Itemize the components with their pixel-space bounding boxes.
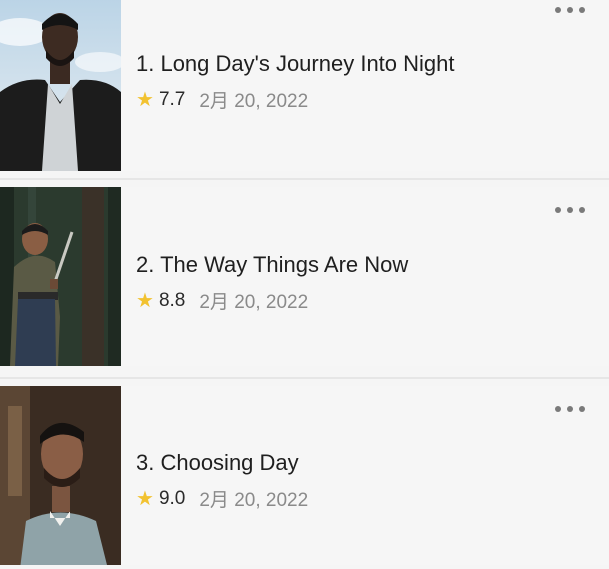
- row-divider: [0, 178, 609, 180]
- episode-title[interactable]: 3. Choosing Day: [136, 450, 299, 476]
- episode-rating: 8.8: [158, 289, 186, 311]
- episode-row-1[interactable]: 1. Long Day's Journey Into Night ★ 7.7 2…: [0, 0, 609, 171]
- episode-meta: ★ 7.7 2月 20, 2022: [136, 86, 308, 113]
- episode-thumbnail[interactable]: [0, 187, 121, 366]
- episode-thumbnail[interactable]: [0, 386, 121, 565]
- episode-still-icon: [0, 0, 121, 171]
- star-icon: ★: [136, 290, 154, 312]
- dot-icon: [555, 7, 561, 13]
- episode-title[interactable]: 2. The Way Things Are Now: [136, 252, 408, 278]
- dot-icon: [579, 7, 585, 13]
- episode-title[interactable]: 1. Long Day's Journey Into Night: [136, 51, 455, 77]
- episode-thumbnail[interactable]: [0, 0, 121, 171]
- episode-rating: 7.7: [158, 88, 186, 110]
- more-options-button[interactable]: [555, 5, 585, 15]
- star-icon: ★: [136, 89, 154, 111]
- episode-meta: ★ 9.0 2月 20, 2022: [136, 485, 308, 512]
- dot-icon: [555, 406, 561, 412]
- episode-air-date: 2月 20, 2022: [199, 91, 309, 112]
- episode-meta: ★ 8.8 2月 20, 2022: [136, 287, 308, 314]
- episode-rating: 9.0: [158, 487, 186, 509]
- dot-icon: [579, 406, 585, 412]
- episode-air-date: 2月 20, 2022: [199, 490, 309, 511]
- more-options-button[interactable]: [555, 404, 585, 414]
- star-icon: ★: [136, 488, 154, 510]
- episode-row-3[interactable]: 3. Choosing Day ★ 9.0 2月 20, 2022: [0, 386, 609, 565]
- episode-still-icon: [0, 187, 121, 366]
- more-options-button[interactable]: [555, 205, 585, 215]
- dot-icon: [567, 7, 573, 13]
- episode-still-icon: [0, 386, 121, 565]
- row-divider: [0, 377, 609, 379]
- episode-row-2[interactable]: 2. The Way Things Are Now ★ 8.8 2月 20, 2…: [0, 187, 609, 366]
- dot-icon: [567, 406, 573, 412]
- dot-icon: [567, 207, 573, 213]
- episode-list: 1. Long Day's Journey Into Night ★ 7.7 2…: [0, 0, 609, 569]
- episode-air-date: 2月 20, 2022: [199, 292, 309, 313]
- dot-icon: [555, 207, 561, 213]
- dot-icon: [579, 207, 585, 213]
